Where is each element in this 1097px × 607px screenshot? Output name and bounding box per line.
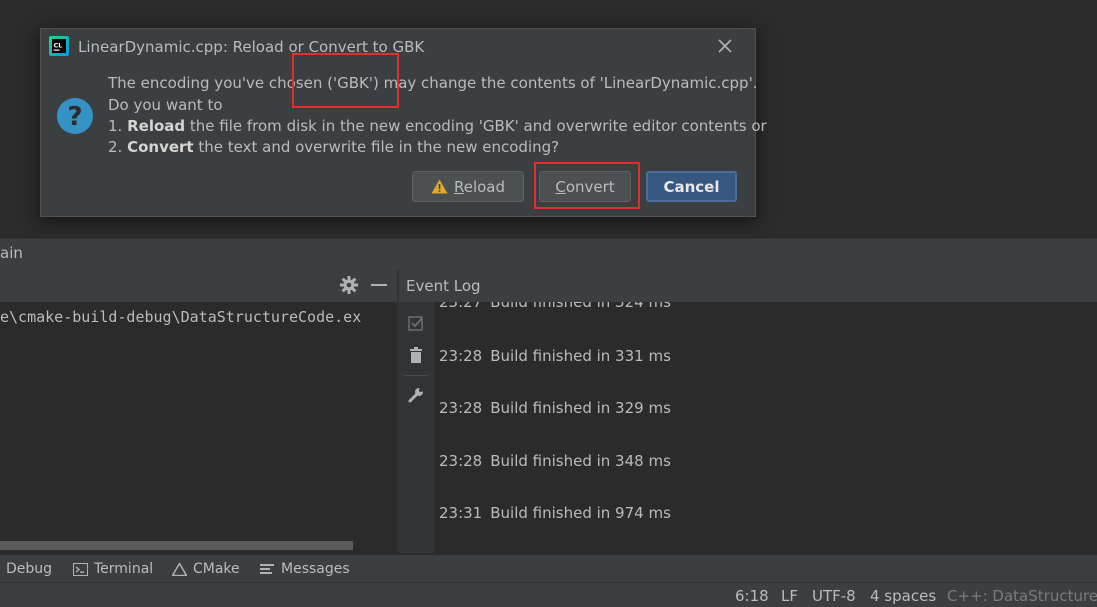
log-time: 23:28 bbox=[439, 452, 483, 470]
event-log-title: Event Log bbox=[406, 277, 481, 295]
tab-terminal[interactable]: Terminal bbox=[73, 561, 153, 577]
caret-position[interactable]: 6:18 bbox=[735, 587, 769, 605]
mark-all-read-icon[interactable] bbox=[407, 314, 425, 332]
close-icon[interactable] bbox=[716, 37, 734, 55]
run-config-tab[interactable]: ain bbox=[0, 244, 23, 262]
cancel-button[interactable]: Cancel bbox=[646, 171, 737, 202]
console-output-line: e\cmake-build-debug\DataStructureCode.ex bbox=[0, 308, 362, 326]
reload-button[interactable]: Reload bbox=[412, 171, 524, 202]
clion-app-icon: CL bbox=[49, 36, 69, 56]
warning-icon bbox=[431, 179, 448, 194]
gear-icon[interactable] bbox=[338, 274, 360, 296]
option-number: 2. bbox=[108, 138, 128, 156]
log-entry: 23:28 Build finished in 329 ms bbox=[439, 399, 671, 417]
option-text: the text and overwrite file in the new e… bbox=[193, 138, 560, 156]
reload-button-label: Reload bbox=[453, 177, 506, 196]
log-text: Build finished in 331 ms bbox=[490, 347, 671, 365]
tab-cmake[interactable]: CMake bbox=[172, 561, 240, 577]
dialog-option-reload: 1. Reload the file from disk in the new … bbox=[108, 117, 767, 135]
event-log-body: 23:27 Build finished in 324 ms 23:28 Build… bbox=[434, 302, 1097, 553]
tab-cmake-label: CMake bbox=[193, 561, 240, 577]
event-log-header bbox=[399, 270, 1097, 302]
svg-text:?: ? bbox=[67, 102, 82, 132]
dialog-message-line: Do you want to bbox=[108, 96, 223, 114]
event-log-toolbar bbox=[399, 302, 434, 553]
line-separator[interactable]: LF bbox=[781, 587, 798, 605]
option-number: 1. bbox=[108, 117, 128, 135]
question-icon: ? bbox=[57, 98, 93, 134]
terminal-icon bbox=[73, 562, 88, 576]
log-text: Build finished in 974 ms bbox=[490, 504, 671, 522]
tab-messages[interactable]: Messages bbox=[260, 561, 350, 577]
indent-setting[interactable]: 4 spaces bbox=[870, 587, 936, 605]
log-entry: 23:27 Build finished in 324 ms bbox=[439, 302, 671, 311]
status-bar: 6:18 LF UTF-8 4 spaces C++: DataStructur… bbox=[0, 582, 1097, 607]
dialog-message-line: The encoding you've chosen ('GBK') may c… bbox=[108, 74, 758, 92]
minimize-icon[interactable] bbox=[371, 284, 387, 286]
cmake-icon bbox=[172, 562, 187, 576]
log-time: 23:27 bbox=[439, 302, 483, 311]
tab-messages-label: Messages bbox=[281, 561, 350, 577]
file-encoding[interactable]: UTF-8 bbox=[812, 587, 856, 605]
svg-text:CL: CL bbox=[54, 42, 63, 50]
horizontal-scrollbar[interactable] bbox=[0, 541, 353, 550]
tool-window-bar: Debug Terminal CMake Messages bbox=[0, 554, 1097, 583]
log-text: Build finished in 329 ms bbox=[490, 399, 671, 417]
tab-debug-label: Debug bbox=[6, 561, 53, 577]
option-keyword: Convert bbox=[127, 138, 194, 156]
messages-icon bbox=[260, 564, 274, 574]
log-text: Build finished in 324 ms bbox=[490, 302, 671, 311]
log-entry: 23:28 Build finished in 331 ms bbox=[439, 347, 671, 365]
log-time: 23:31 bbox=[439, 504, 483, 522]
log-time: 23:28 bbox=[439, 399, 483, 417]
tab-debug[interactable]: Debug bbox=[6, 561, 52, 577]
log-entry: 23:31 Build finished in 974 ms bbox=[439, 504, 671, 522]
option-text: the file from disk in the new encoding '… bbox=[185, 117, 767, 135]
tab-terminal-label: Terminal bbox=[94, 561, 154, 577]
trash-icon[interactable] bbox=[407, 346, 425, 364]
log-text: Build finished in 348 ms bbox=[490, 452, 671, 470]
log-entry: 23:28 Build finished in 348 ms bbox=[439, 452, 671, 470]
option-keyword: Reload bbox=[127, 117, 186, 135]
annotation-box-convert bbox=[534, 162, 640, 209]
annotation-box-encoding bbox=[292, 53, 399, 108]
dialog-option-convert: 2. Convert the text and overwrite file i… bbox=[108, 138, 559, 156]
context-selector[interactable]: C++: DataStructureC bbox=[947, 587, 1097, 605]
run-tab-strip bbox=[0, 238, 1097, 270]
log-time: 23:28 bbox=[439, 347, 483, 365]
wrench-icon[interactable] bbox=[407, 386, 425, 404]
